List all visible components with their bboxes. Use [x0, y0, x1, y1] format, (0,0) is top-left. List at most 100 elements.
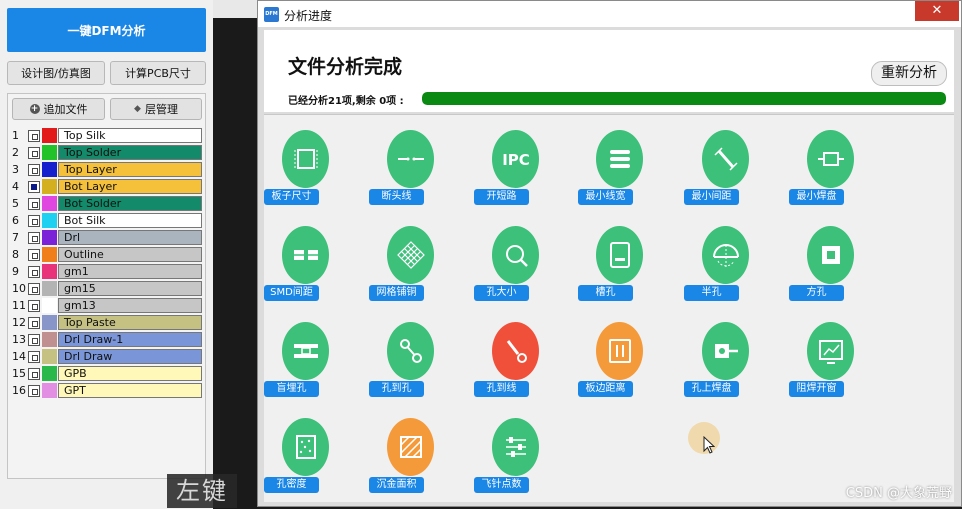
half-hole-icon[interactable]: [702, 226, 749, 284]
analysis-item[interactable]: 阻焊开窗: [789, 315, 869, 397]
layer-row[interactable]: 14 Drl Draw: [12, 348, 202, 365]
layer-visibility-checkbox[interactable]: [28, 333, 40, 346]
dialog-titlebar[interactable]: DFM 分析进度 ✕: [258, 1, 961, 27]
layer-visibility-checkbox[interactable]: [28, 231, 40, 244]
layer-color-swatch[interactable]: [42, 281, 57, 296]
layer-color-swatch[interactable]: [42, 264, 57, 279]
one-click-dfm-button[interactable]: 一键DFM分析: [7, 8, 206, 52]
analysis-item[interactable]: 网格铺铜: [369, 219, 449, 301]
layer-name[interactable]: GPT: [58, 383, 202, 398]
layer-row[interactable]: 1 Top Silk: [12, 127, 202, 144]
layer-row[interactable]: 9 gm1: [12, 263, 202, 280]
analysis-item-label[interactable]: 孔到线: [474, 381, 529, 397]
hole-density-icon[interactable]: [282, 418, 329, 476]
layer-color-swatch[interactable]: [42, 179, 57, 194]
analysis-item-label[interactable]: 孔到孔: [369, 381, 424, 397]
layer-color-swatch[interactable]: [42, 298, 57, 313]
layer-color-swatch[interactable]: [42, 230, 57, 245]
layer-visibility-checkbox[interactable]: [28, 282, 40, 295]
analysis-item-label[interactable]: 最小线宽: [578, 189, 633, 205]
blind-buried-via-icon[interactable]: [282, 322, 329, 380]
analysis-item-label[interactable]: 开短路: [474, 189, 529, 205]
layer-visibility-checkbox[interactable]: [28, 180, 40, 193]
analysis-item[interactable]: 沉金面积: [369, 411, 449, 493]
design-view-button[interactable]: 设计图/仿真图: [7, 61, 105, 85]
analysis-item-label[interactable]: 盲埋孔: [264, 381, 319, 397]
layer-row[interactable]: 7 Drl: [12, 229, 202, 246]
analysis-item-label[interactable]: 网格铺铜: [369, 285, 424, 301]
layer-manage-button[interactable]: ◆ 层管理: [110, 98, 202, 120]
analysis-item-label[interactable]: 阻焊开窗: [789, 381, 844, 397]
layer-name[interactable]: Drl Draw-1: [58, 332, 202, 347]
layer-visibility-checkbox[interactable]: [28, 197, 40, 210]
analysis-item-label[interactable]: 断头线: [369, 189, 424, 205]
layer-color-swatch[interactable]: [42, 162, 57, 177]
analysis-item-label[interactable]: 最小焊盘: [789, 189, 844, 205]
layer-row[interactable]: 3 Top Layer: [12, 161, 202, 178]
layer-name[interactable]: gm15: [58, 281, 202, 296]
analysis-item[interactable]: SMD间距: [264, 219, 344, 301]
layer-color-swatch[interactable]: [42, 196, 57, 211]
analysis-item[interactable]: 半孔: [684, 219, 764, 301]
analysis-item-label[interactable]: SMD间距: [264, 285, 319, 301]
hole-to-line-icon[interactable]: [492, 322, 539, 380]
analysis-item[interactable]: 孔到孔: [369, 315, 449, 397]
hole-to-hole-icon[interactable]: [387, 322, 434, 380]
layer-row[interactable]: 10 gm15: [12, 280, 202, 297]
layer-row[interactable]: 5 Bot Solder: [12, 195, 202, 212]
add-file-button[interactable]: + 追加文件: [12, 98, 105, 120]
layer-row[interactable]: 13 Drl Draw-1: [12, 331, 202, 348]
analysis-item[interactable]: 盲埋孔: [264, 315, 344, 397]
layer-name[interactable]: Drl: [58, 230, 202, 245]
layer-visibility-checkbox[interactable]: [28, 214, 40, 227]
layer-name[interactable]: Top Layer: [58, 162, 202, 177]
analysis-item[interactable]: 孔上焊盘: [684, 315, 764, 397]
analysis-item[interactable]: 方孔: [789, 219, 869, 301]
gold-area-icon[interactable]: [387, 418, 434, 476]
layer-name[interactable]: Top Silk: [58, 128, 202, 143]
layer-name[interactable]: Bot Silk: [58, 213, 202, 228]
layer-visibility-checkbox[interactable]: [28, 367, 40, 380]
layer-name[interactable]: Drl Draw: [58, 349, 202, 364]
analysis-item-label[interactable]: 孔大小: [474, 285, 529, 301]
smd-spacing-icon[interactable]: [282, 226, 329, 284]
close-button[interactable]: ✕: [915, 1, 959, 21]
layer-visibility-checkbox[interactable]: [28, 350, 40, 363]
layer-color-swatch[interactable]: [42, 366, 57, 381]
layer-visibility-checkbox[interactable]: [28, 163, 40, 176]
layer-name[interactable]: Outline: [58, 247, 202, 262]
analysis-item[interactable]: 孔大小: [474, 219, 554, 301]
layer-color-swatch[interactable]: [42, 383, 57, 398]
analysis-item[interactable]: 最小线宽: [578, 123, 658, 205]
layer-row[interactable]: 2 Top Solder: [12, 144, 202, 161]
min-spacing-icon[interactable]: [702, 130, 749, 188]
broken-line-icon[interactable]: [387, 130, 434, 188]
min-trace-width-icon[interactable]: [596, 130, 643, 188]
square-hole-icon[interactable]: [807, 226, 854, 284]
analysis-item-label[interactable]: 最小间距: [684, 189, 739, 205]
analysis-item[interactable]: 最小间距: [684, 123, 764, 205]
layer-visibility-checkbox[interactable]: [28, 316, 40, 329]
layer-visibility-checkbox[interactable]: [28, 265, 40, 278]
analysis-item[interactable]: 孔密度: [264, 411, 344, 493]
layer-row[interactable]: 16 GPT: [12, 382, 202, 399]
analysis-item-label[interactable]: 板子尺寸: [264, 189, 319, 205]
board-edge-distance-icon[interactable]: [596, 322, 643, 380]
layer-color-swatch[interactable]: [42, 247, 57, 262]
analysis-item[interactable]: 槽孔: [578, 219, 658, 301]
analysis-item[interactable]: 板边距离: [578, 315, 658, 397]
layer-visibility-checkbox[interactable]: [28, 299, 40, 312]
analysis-item[interactable]: 飞针点数: [474, 411, 554, 493]
slot-hole-icon[interactable]: [596, 226, 643, 284]
analysis-item-label[interactable]: 槽孔: [578, 285, 633, 301]
analysis-item-label[interactable]: 板边距离: [578, 381, 633, 397]
grid-copper-icon[interactable]: [387, 226, 434, 284]
layer-name[interactable]: gm13: [58, 298, 202, 313]
pad-on-hole-icon[interactable]: [702, 322, 749, 380]
analysis-item[interactable]: 最小焊盘: [789, 123, 869, 205]
layer-color-swatch[interactable]: [42, 128, 57, 143]
analysis-item[interactable]: 断头线: [369, 123, 449, 205]
layer-name[interactable]: Top Paste: [58, 315, 202, 330]
layer-color-swatch[interactable]: [42, 145, 57, 160]
layer-color-swatch[interactable]: [42, 315, 57, 330]
